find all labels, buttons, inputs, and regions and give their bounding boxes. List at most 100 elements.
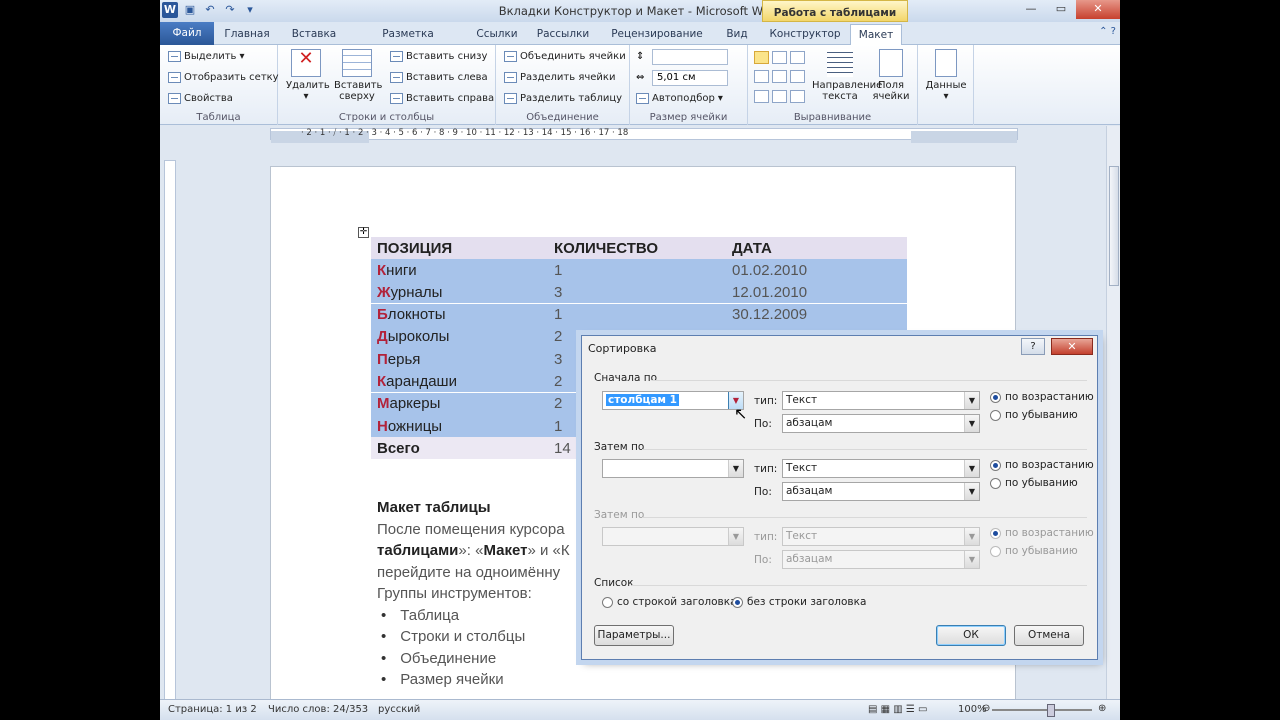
align-center-right-button[interactable] <box>790 70 805 83</box>
autofit-button[interactable]: Автоподбор ▾ <box>636 93 723 104</box>
sort1-type-select[interactable]: Текст ▼ <box>782 391 980 410</box>
table-row[interactable]: Книги 1 01.02.2010 <box>371 259 915 282</box>
select-button[interactable]: Выделить ▾ <box>168 51 244 62</box>
group-cell-size: ⇕ ⇔ 5,01 см Автоподбор ▾ Размер ячейки <box>630 45 748 125</box>
zoom-in-icon[interactable]: ⊕ <box>1098 703 1106 714</box>
text-direction-button[interactable]: Направление текста <box>812 49 882 102</box>
tab-review[interactable]: Рецензирование <box>608 24 706 45</box>
list-item: Размер ячейки <box>400 669 797 691</box>
horizontal-ruler[interactable]: · 2 · 1 · ⧸ · 1 · 2 · 3 · 4 · 5 · 6 · 7 … <box>160 126 1120 143</box>
chevron-down-icon[interactable]: ▼ <box>964 460 979 477</box>
vertical-ruler[interactable] <box>164 160 176 700</box>
sort2-descending-radio[interactable]: по убыванию <box>990 477 1078 489</box>
zoom-slider[interactable] <box>992 704 1092 717</box>
with-header-radio[interactable]: со строкой заголовка <box>602 596 737 608</box>
chevron-down-icon[interactable]: ▼ <box>964 483 979 500</box>
sort2-by-select[interactable]: абзацам ▼ <box>782 482 980 501</box>
sort3-descending-radio[interactable]: по убыванию <box>990 545 1078 557</box>
zoom-out-icon[interactable]: ⊖ <box>982 703 990 714</box>
insert-below-button[interactable]: Вставить снизу <box>390 51 487 62</box>
maximize-icon[interactable]: ▭ <box>1046 0 1076 19</box>
tab-design[interactable]: Конструктор <box>768 24 842 45</box>
page-indicator[interactable]: Страница: 1 из 2 <box>168 704 257 715</box>
minimize-icon[interactable]: — <box>1016 0 1046 19</box>
help-button[interactable]: ? <box>1021 338 1045 355</box>
tab-insert[interactable]: Вставка <box>286 24 342 45</box>
align-bottom-right-button[interactable] <box>790 90 805 103</box>
align-center-left-button[interactable] <box>754 70 769 83</box>
vertical-scrollbar[interactable] <box>1106 126 1120 699</box>
sort3-ascending-radio[interactable]: по возрастанию <box>990 527 1094 539</box>
word-count[interactable]: Число слов: 24/353 <box>268 704 368 715</box>
sort1-by-select[interactable]: абзацам ▼ <box>782 414 980 433</box>
sort1-ascending-radio[interactable]: по возрастанию <box>990 391 1094 403</box>
table-row[interactable]: Журналы 3 12.01.2010 <box>371 281 915 305</box>
tab-page-layout[interactable]: Разметка страницы <box>354 24 462 60</box>
properties-icon <box>168 93 181 104</box>
view-buttons[interactable]: ▤ ▦ ▥ ☰ ▭ <box>868 704 927 715</box>
chevron-down-icon[interactable]: ▼ <box>728 460 743 477</box>
close-dialog-button[interactable]: ✕ <box>1051 338 1093 355</box>
sort1-column-select[interactable]: столбцам 1 ▼ <box>602 391 744 410</box>
chevron-down-icon[interactable]: ▼ <box>728 528 743 545</box>
data-button[interactable]: Данные ▾ <box>924 49 968 102</box>
align-bottom-left-button[interactable] <box>754 90 769 103</box>
split-cells-icon <box>504 72 517 83</box>
help-icon[interactable]: ⌃ ? <box>1099 26 1116 37</box>
tab-layout[interactable]: Макет <box>850 24 902 46</box>
language-indicator[interactable]: русский <box>378 704 420 715</box>
chevron-down-icon[interactable]: ▼ <box>964 551 979 568</box>
options-button[interactable]: Параметры... <box>594 625 674 646</box>
view-gridlines-button[interactable]: Отобразить сетку <box>168 72 279 83</box>
split-cells-button[interactable]: Разделить ячейки <box>504 72 615 83</box>
split-table-button[interactable]: Разделить таблицу <box>504 93 622 104</box>
ok-button[interactable]: ОК <box>936 625 1006 646</box>
insert-above-button[interactable]: Вставить сверху <box>334 49 382 102</box>
then-by-label-2: Затем по <box>594 509 645 521</box>
align-top-right-button[interactable] <box>790 51 805 64</box>
table-row[interactable]: Блокноты 1 30.12.2009 <box>371 303 915 327</box>
tab-references[interactable]: Ссылки <box>474 24 520 45</box>
no-header-radio[interactable]: без строки заголовка <box>732 596 866 608</box>
table-header-row: ПОЗИЦИЯ КОЛИЧЕСТВО ДАТА <box>371 237 907 259</box>
tab-home[interactable]: Главная <box>222 24 272 45</box>
cancel-button[interactable]: Отмена <box>1014 625 1084 646</box>
text-direction-icon <box>827 49 853 77</box>
delete-button[interactable]: Удалить▾ <box>286 49 330 102</box>
chevron-down-icon[interactable]: ▼ <box>964 528 979 545</box>
merge-cells-button[interactable]: Объединить ячейки <box>504 51 626 62</box>
cell-margins-icon <box>879 49 903 77</box>
group-data: Данные ▾ <box>918 45 974 125</box>
sort3-by-select[interactable]: абзацам ▼ <box>782 550 980 569</box>
group-label: Строки и столбцы <box>338 112 435 123</box>
properties-button[interactable]: Свойства <box>168 93 233 104</box>
tab-mailings[interactable]: Рассылки <box>536 24 590 45</box>
chevron-down-icon[interactable]: ▼ <box>964 392 979 409</box>
select-icon <box>168 51 181 62</box>
sort2-type-select[interactable]: Текст ▼ <box>782 459 980 478</box>
sort3-type-select[interactable]: Текст ▼ <box>782 527 980 546</box>
cell-margins-button[interactable]: Поля ячейки <box>870 49 912 102</box>
sort2-ascending-radio[interactable]: по возрастанию <box>990 459 1094 471</box>
row-height-icon: ⇕ <box>636 51 645 62</box>
sort1-descending-radio[interactable]: по убыванию <box>990 409 1078 421</box>
close-window-icon[interactable]: ✕ <box>1076 0 1120 19</box>
align-bottom-center-button[interactable] <box>772 90 787 103</box>
insert-right-button[interactable]: Вставить справа <box>390 93 494 104</box>
sort2-column-select[interactable]: ▼ <box>602 459 744 478</box>
table-move-handle-icon[interactable]: ✛ <box>358 227 369 238</box>
row-height-input[interactable] <box>652 49 728 65</box>
insert-left-button[interactable]: Вставить слева <box>390 72 488 83</box>
tab-file[interactable]: Файл <box>160 22 214 45</box>
column-width-input[interactable]: 5,01 см <box>652 70 728 86</box>
align-top-center-button[interactable] <box>772 51 787 64</box>
tab-view[interactable]: Вид <box>722 24 752 45</box>
sort3-column-select[interactable]: ▼ <box>602 527 744 546</box>
align-center-button[interactable] <box>772 70 787 83</box>
scrollbar-thumb[interactable] <box>1109 166 1119 286</box>
mouse-cursor-icon: ↖ <box>734 404 748 423</box>
title-bar: W ▣ ↶ ↷ ▾ Вкладки Конструктор и Макет - … <box>160 0 1120 22</box>
chevron-down-icon[interactable]: ▼ <box>964 415 979 432</box>
align-top-left-button[interactable] <box>754 51 769 64</box>
split-table-icon <box>504 93 517 104</box>
